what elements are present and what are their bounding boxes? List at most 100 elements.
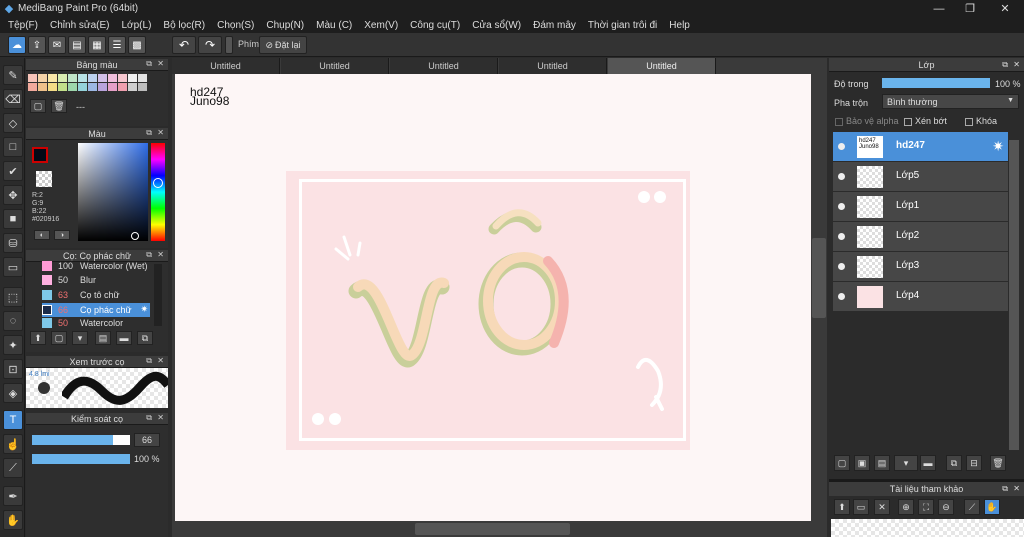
reference-open-icon[interactable]: ▭ — [853, 499, 869, 515]
check-tool-icon[interactable]: ✔ — [3, 161, 23, 181]
gradient-tool-icon[interactable]: ▭ — [3, 257, 23, 277]
brush-item[interactable]: 50 Watercolor — [42, 318, 150, 328]
zoom-out-icon[interactable]: ⊖ — [938, 499, 954, 515]
close-panel-icon[interactable]: ✕ — [1013, 484, 1020, 493]
menu-layer[interactable]: Lớp(L) — [116, 20, 158, 31]
comment-icon[interactable]: ✉ — [48, 36, 66, 54]
grid-icon[interactable]: ▩ — [128, 36, 146, 54]
layer-row-hd247[interactable]: hd247 Juno98 hd247 ✷ — [833, 132, 1008, 162]
new-palette-icon[interactable]: ▢ — [30, 99, 46, 113]
close-panel-icon[interactable]: ✕ — [1013, 60, 1020, 69]
protect-alpha-checkbox[interactable]: Bảo vệ alpha — [835, 116, 899, 126]
brush-item[interactable]: 100 Watercolor (Wet) — [42, 261, 150, 271]
brush-new-icon[interactable]: ▢ — [51, 331, 67, 345]
zoom-in-icon[interactable]: ⊕ — [898, 499, 914, 515]
close-panel-icon[interactable]: ✕ — [157, 59, 164, 68]
blur-eraser-icon[interactable]: ◇ — [3, 113, 23, 133]
swatch[interactable] — [128, 74, 137, 82]
swatch[interactable] — [58, 74, 67, 82]
reference-canvas[interactable] — [831, 519, 1024, 537]
menu-color[interactable]: Màu (C) — [310, 20, 358, 31]
swatch[interactable] — [28, 74, 37, 82]
eye-icon[interactable] — [838, 173, 845, 180]
hand-icon[interactable]: ✋ — [984, 499, 1000, 515]
picker-cursor[interactable] — [131, 232, 139, 240]
redo-button[interactable]: ↷ — [198, 36, 222, 54]
float-icon[interactable]: ⧉ — [146, 59, 152, 69]
swatch[interactable] — [138, 74, 147, 82]
close-panel-icon[interactable]: ✕ — [157, 128, 164, 137]
tab-untitled-3[interactable]: Untitled — [390, 58, 498, 74]
eyedropper-icon[interactable]: ⟋ — [3, 458, 23, 478]
clip-checkbox[interactable]: Xén bớt — [904, 116, 947, 126]
eraser-tool-icon[interactable]: ⌫ — [3, 89, 23, 109]
size-value[interactable]: 66 — [134, 433, 160, 447]
vertical-scrollbar[interactable] — [812, 238, 826, 318]
select-eraser-icon[interactable]: ◈ — [3, 383, 23, 403]
primary-color[interactable] — [32, 147, 48, 163]
float-icon[interactable]: ⧉ — [146, 413, 152, 423]
blend-select[interactable]: Bình thường ▼ — [882, 94, 1019, 109]
minimize-button[interactable]: — — [922, 0, 956, 17]
swatch[interactable] — [138, 83, 147, 91]
close-panel-icon[interactable]: ✕ — [157, 250, 164, 259]
text-tool-icon[interactable]: T — [3, 410, 23, 430]
swatch[interactable] — [58, 83, 67, 91]
undo-button[interactable]: ↶ — [172, 36, 196, 54]
brush-item[interactable]: 50 Blur — [42, 273, 150, 287]
fill-rect-icon[interactable]: ■ — [3, 209, 23, 229]
new-halftone-layer-icon[interactable]: ▣ — [854, 455, 870, 471]
float-icon[interactable]: ⧉ — [146, 356, 152, 366]
hue-cursor[interactable] — [153, 178, 163, 188]
menu-snap[interactable]: Chụp(N) — [260, 20, 310, 31]
layer-duplicate-icon[interactable]: ⧉ — [946, 455, 962, 471]
float-icon[interactable]: ⧉ — [146, 250, 152, 260]
select-rect-icon[interactable]: ⬚ — [3, 287, 23, 307]
menu-edit[interactable]: Chỉnh sửa(E) — [44, 20, 116, 31]
swatch[interactable] — [78, 74, 87, 82]
reference-close-icon[interactable]: ✕ — [874, 499, 890, 515]
swatch[interactable] — [108, 74, 117, 82]
menu-view[interactable]: Xem(V) — [358, 20, 404, 31]
layer-row-lop2[interactable]: Lớp2 — [833, 222, 1008, 252]
brush-item-selected[interactable]: 66 Cọ phác chữ ✷ — [42, 303, 150, 317]
swatch[interactable] — [78, 83, 87, 91]
menu-help[interactable]: Help — [663, 20, 696, 31]
doc-icon[interactable]: ▤ — [68, 36, 86, 54]
close-button[interactable]: ✕ — [988, 0, 1022, 17]
brush-doc-icon[interactable]: ▤ — [95, 331, 111, 345]
secondary-color[interactable] — [36, 171, 52, 187]
layer-row-lop1[interactable]: Lớp1 — [833, 192, 1008, 222]
gear-icon[interactable]: ✷ — [992, 138, 1004, 155]
menu-timelapse[interactable]: Thời gian trôi đi — [582, 20, 663, 31]
swatch[interactable] — [128, 83, 137, 91]
layer-opacity-slider[interactable] — [882, 78, 990, 88]
tab-untitled-4[interactable]: Untitled — [499, 58, 607, 74]
move-tool-icon[interactable]: ✥ — [3, 185, 23, 205]
swatch[interactable] — [118, 83, 127, 91]
transparent-color-icon[interactable]: ◑ — [54, 230, 70, 240]
hand-tool-icon[interactable]: ✋ — [3, 510, 23, 530]
brush-add-icon[interactable]: ⬆ — [30, 331, 46, 345]
swatch[interactable] — [68, 74, 77, 82]
maximize-button[interactable]: ❐ — [953, 0, 987, 17]
layer-folder-icon[interactable]: ▬ — [920, 455, 936, 471]
layer-row-lop5[interactable]: Lớp5 — [833, 162, 1008, 192]
list-icon[interactable]: ☰ — [108, 36, 126, 54]
reset-button[interactable]: ⊘ Đặt lại — [259, 36, 307, 54]
new-8bit-layer-icon[interactable]: ▤ — [874, 455, 890, 471]
menu-select[interactable]: Chọn(S) — [211, 20, 260, 31]
swatch[interactable] — [88, 83, 97, 91]
trash-icon[interactable]: 🗑 — [990, 455, 1006, 471]
brush-tool-icon[interactable]: ✎ — [3, 65, 23, 85]
delete-palette-icon[interactable]: 🗑 — [51, 99, 67, 113]
float-icon[interactable]: ⧉ — [1002, 60, 1008, 70]
operation-tool-icon[interactable]: ☝ — [3, 434, 23, 454]
menu-tools[interactable]: Công cụ(T) — [404, 20, 466, 31]
tab-untitled-2[interactable]: Untitled — [281, 58, 389, 74]
eye-icon[interactable] — [838, 263, 845, 270]
menu-file[interactable]: Tệp(F) — [2, 20, 44, 31]
eye-icon[interactable] — [838, 143, 845, 150]
rect-icon[interactable]: □ — [3, 137, 23, 157]
select-pen-icon[interactable]: ⊡ — [3, 359, 23, 379]
